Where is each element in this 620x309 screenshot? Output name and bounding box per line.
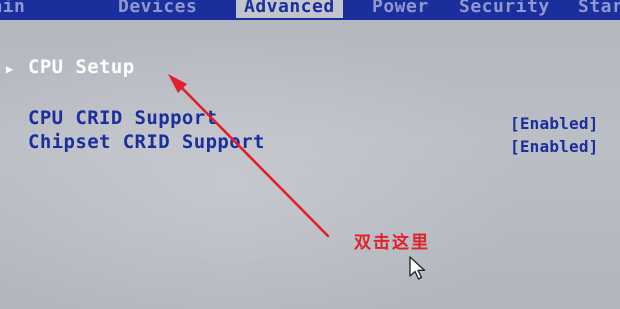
tab-advanced[interactable]: Advanced	[236, 0, 343, 18]
setting-value-chipset-crid-support[interactable]: [Enabled]	[510, 137, 599, 156]
tab-bar: Main Devices Advanced Power Security Sta…	[0, 0, 620, 20]
annotation-text: 双击这里	[354, 233, 430, 253]
tab-devices[interactable]: Devices	[118, 0, 197, 18]
cpu-setup-submenu[interactable]: CPU Setup	[28, 56, 135, 78]
tab-main[interactable]: Main	[0, 0, 25, 18]
bios-screen: Main Devices Advanced Power Security Sta…	[0, 0, 620, 309]
tab-startup[interactable]: Startup	[578, 0, 620, 18]
tab-power[interactable]: Power	[372, 0, 429, 18]
setting-label-cpu-crid-support[interactable]: CPU CRID Support	[28, 107, 217, 129]
setting-value-cpu-crid-support[interactable]: [Enabled]	[510, 114, 599, 133]
setting-label-chipset-crid-support[interactable]: Chipset CRID Support	[28, 131, 265, 153]
triangle-right-icon: ▶	[6, 62, 14, 76]
tab-security[interactable]: Security	[459, 0, 550, 18]
mouse-pointer-icon	[409, 256, 426, 280]
